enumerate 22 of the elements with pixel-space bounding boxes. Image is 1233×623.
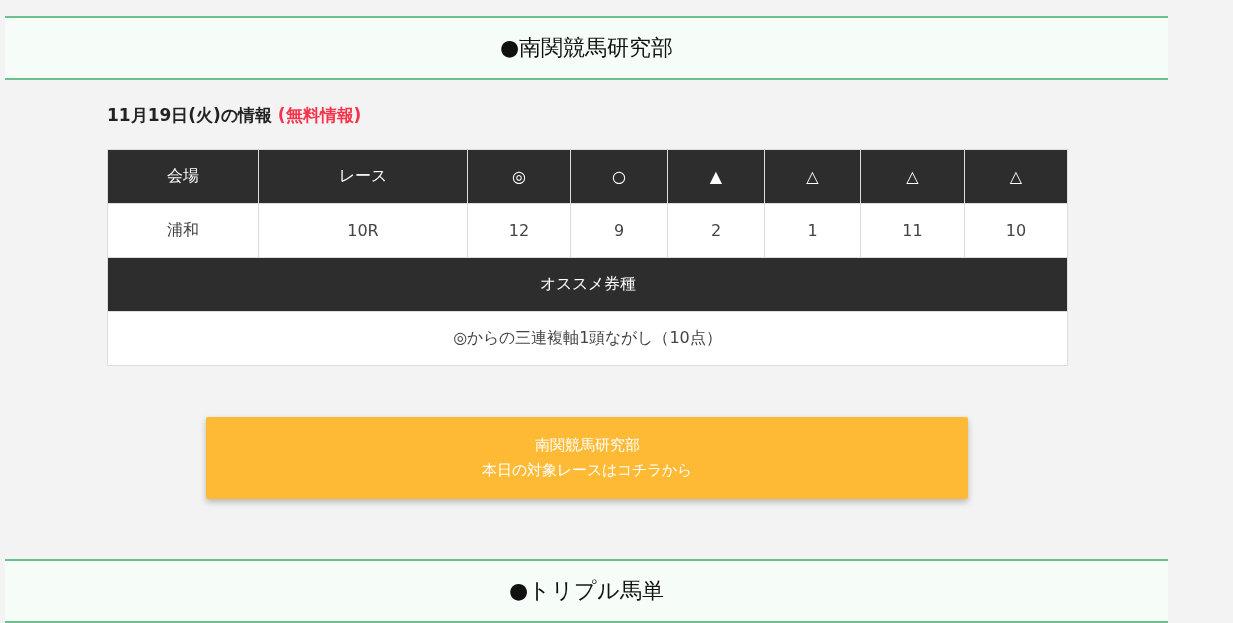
table-cell: 11 bbox=[860, 203, 965, 258]
section-heading: ●南関競馬研究部 bbox=[5, 16, 1168, 80]
column-header: △ bbox=[860, 149, 965, 204]
table-cell: 2 bbox=[667, 203, 765, 258]
column-header: △ bbox=[764, 149, 861, 204]
section-heading: ●トリプル馬単 bbox=[5, 559, 1168, 623]
column-header: ○ bbox=[570, 149, 668, 204]
race-link-button[interactable]: 南関競馬研究部 本日の対象レースはコチラから bbox=[206, 417, 968, 499]
column-header: △ bbox=[964, 149, 1068, 204]
info-date-heading: 11月19日(火)の情報 (無料情報) bbox=[107, 104, 363, 127]
column-header: ▲ bbox=[667, 149, 765, 204]
column-header: レース bbox=[258, 149, 468, 204]
column-header: 会場 bbox=[107, 149, 259, 204]
table-cell: 12 bbox=[467, 203, 571, 258]
recommend-cell: ◎からの三連複軸1頭ながし（10点） bbox=[107, 311, 1068, 366]
table-cell: 10 bbox=[964, 203, 1068, 258]
table-cell: 10R bbox=[258, 203, 468, 258]
table-cell: 9 bbox=[570, 203, 668, 258]
table-cell: 1 bbox=[764, 203, 861, 258]
recommend-header: オススメ券種 bbox=[107, 257, 1068, 312]
column-header: ◎ bbox=[467, 149, 571, 204]
table-cell: 浦和 bbox=[107, 203, 259, 258]
